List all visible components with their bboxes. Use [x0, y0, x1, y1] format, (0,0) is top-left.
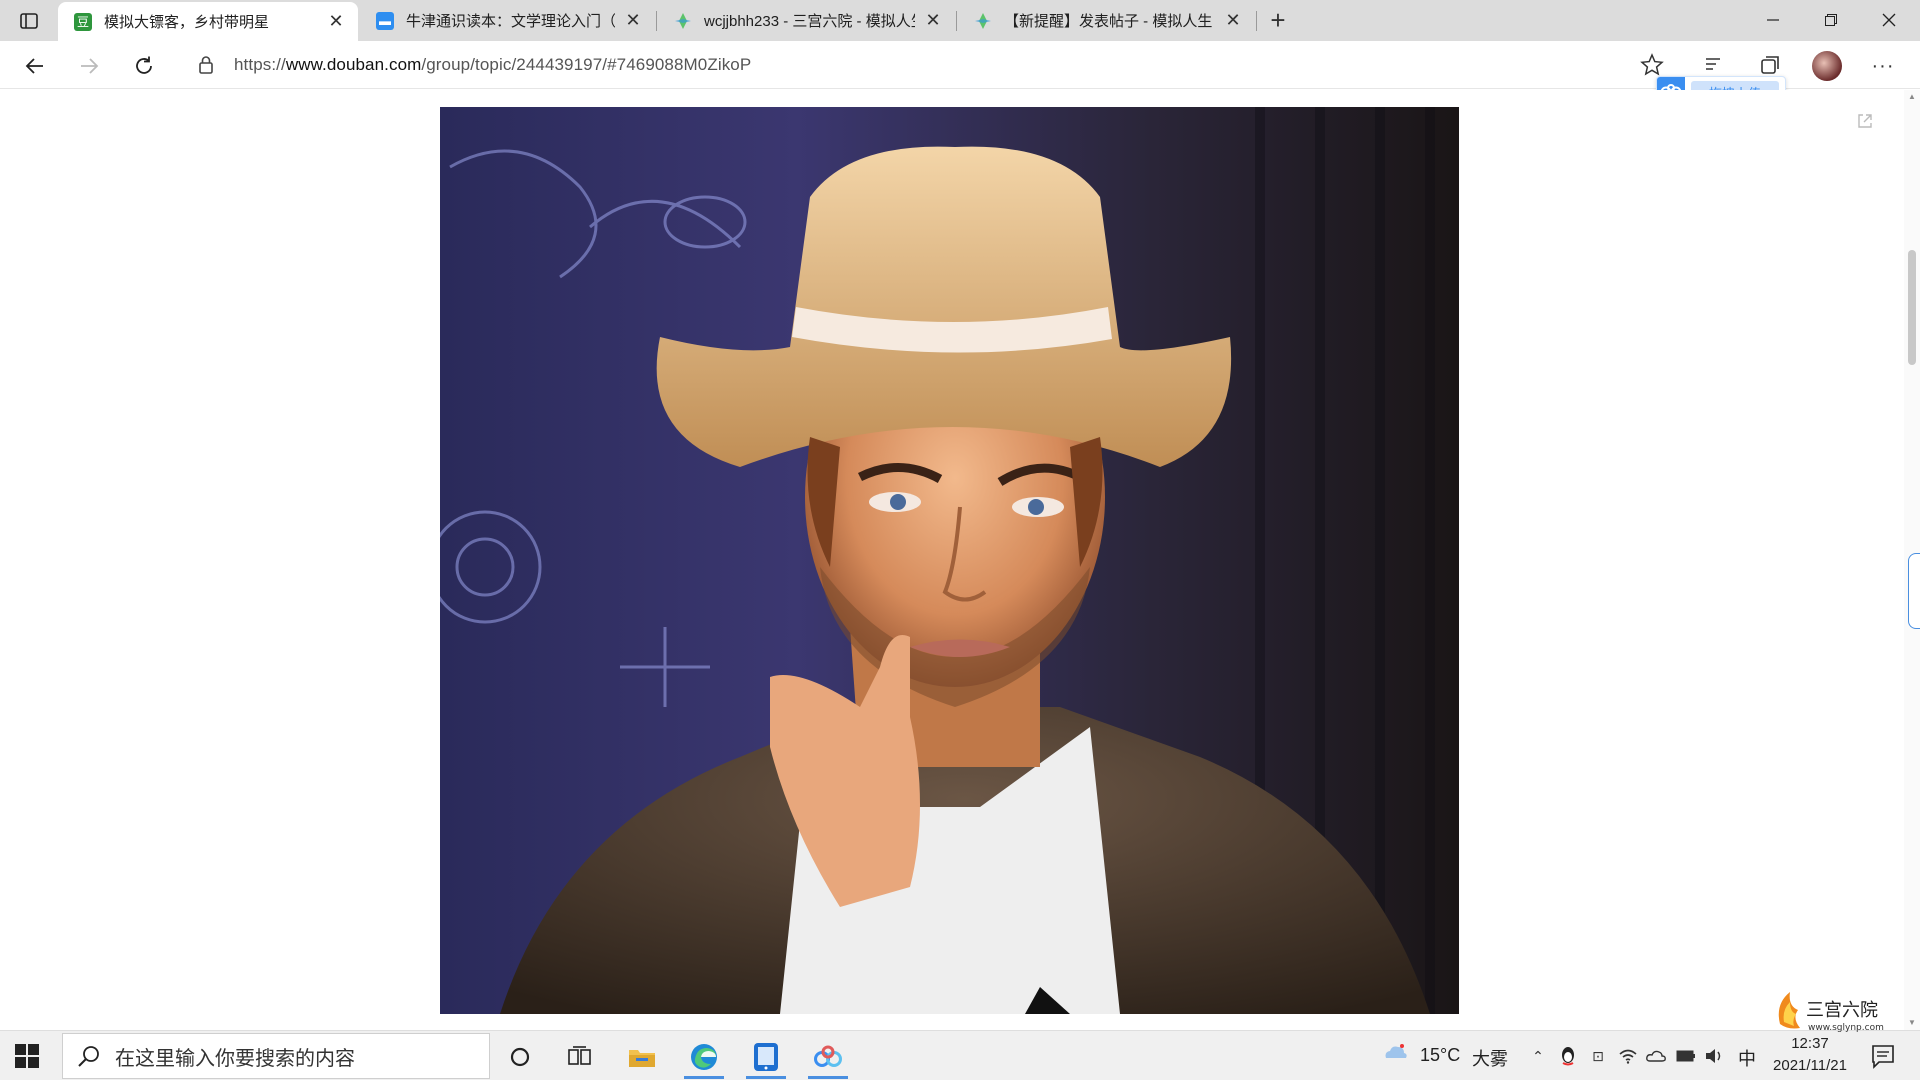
tab-3[interactable]: wcjjbhh233 - 三宫六院 - 模拟人生 ✕: [658, 0, 955, 41]
weather-description[interactable]: 大雾: [1472, 1045, 1508, 1071]
tab-title: wcjjbhh233 - 三宫六院 - 模拟人生: [704, 13, 915, 30]
book-icon: ▬: [376, 11, 394, 30]
browser-toolbar: https://www.douban.com/group/topic/24443…: [0, 41, 1920, 108]
close-window-button[interactable]: [1866, 0, 1912, 40]
arrow-right-icon: [81, 58, 99, 74]
douban-icon: 豆: [74, 12, 92, 31]
scroll-thumb[interactable]: [1908, 250, 1916, 365]
minimize-button[interactable]: [1750, 0, 1796, 40]
ime-indicator[interactable]: 中: [1738, 1045, 1756, 1071]
url-path: /group/topic/244439197/#7469088M0ZikoP: [421, 55, 752, 74]
url-text[interactable]: https://www.douban.com/group/topic/24443…: [234, 55, 751, 75]
arrow-left-icon: [25, 58, 43, 74]
plus-icon: +: [1270, 4, 1286, 35]
back-button[interactable]: [18, 49, 52, 83]
onedrive-cloud-icon[interactable]: [1646, 1046, 1666, 1066]
reader-app-button[interactable]: [740, 1037, 792, 1079]
minimize-icon: [1767, 19, 1779, 21]
tab-close-icon[interactable]: ✕: [326, 11, 346, 32]
wifi-icon[interactable]: [1618, 1046, 1638, 1066]
tab-2[interactable]: ▬ 牛津通识读本：文学理论入门（ ✕: [360, 0, 655, 41]
refresh-button[interactable]: [127, 49, 161, 83]
tab-4[interactable]: 【新提醒】发表帖子 - 模拟人生 ✕: [958, 0, 1255, 41]
close-icon: [1882, 13, 1896, 27]
restore-button[interactable]: [1808, 0, 1854, 40]
new-tab-button[interactable]: +: [1262, 4, 1294, 36]
edge-browser-button[interactable]: [678, 1037, 730, 1079]
post-image[interactable]: [440, 107, 1459, 1014]
weather-temperature[interactable]: 15°C: [1420, 1045, 1460, 1066]
svg-text:www.sglynp.com: www.sglynp.com: [1808, 1023, 1884, 1033]
windows-start-icon[interactable]: [14, 1043, 40, 1069]
file-explorer-button[interactable]: [616, 1037, 668, 1077]
sims-plumbob-icon: [674, 12, 692, 30]
site-watermark-logo: 三宫六院 www.sglynp.com: [1778, 992, 1884, 1033]
notification-center-icon[interactable]: [1870, 1043, 1896, 1069]
battery-icon[interactable]: [1676, 1046, 1696, 1066]
show-hidden-icons-chevron-icon[interactable]: ⌃: [1528, 1046, 1548, 1066]
forward-button[interactable]: [72, 49, 106, 83]
restore-icon: [1825, 14, 1837, 26]
page-content: [0, 90, 1904, 1030]
search-icon: [78, 1046, 99, 1067]
ellipsis-icon: ···: [1871, 54, 1895, 77]
tab-title: 模拟大镖客，乡村带明星: [104, 14, 270, 31]
sims-plumbob-icon: [974, 12, 992, 30]
lock-icon[interactable]: [198, 55, 216, 75]
refresh-icon: [136, 56, 152, 74]
url-prefix: https://: [234, 55, 286, 74]
url-host: www.douban.com: [285, 55, 422, 74]
address-bar[interactable]: https://www.douban.com/group/topic/24443…: [180, 46, 1656, 84]
reading-list-icon[interactable]: [1700, 51, 1728, 79]
tab-separator: [1256, 11, 1257, 31]
weather-fog-icon[interactable]: [1382, 1041, 1408, 1067]
ebook-reader-icon: [754, 1043, 778, 1071]
cortana-circle-icon: [510, 1047, 530, 1067]
clock-date: 2021/11/21: [1773, 1057, 1847, 1074]
collections-icon[interactable]: [1756, 51, 1784, 79]
tab-close-icon[interactable]: ✕: [923, 10, 943, 31]
more-menu-button[interactable]: ···: [1868, 51, 1898, 81]
favorite-star-icon[interactable]: [1640, 53, 1664, 77]
tab-title: 牛津通识读本：文学理论入门（: [406, 13, 615, 30]
edge-icon: [691, 1044, 717, 1070]
search-placeholder: 在这里输入你要搜索的内容: [115, 1047, 355, 1070]
taskbar-search-box[interactable]: 在这里输入你要搜索的内容: [62, 1033, 490, 1079]
side-panel-handle[interactable]: [1908, 553, 1920, 629]
task-view-icon: [568, 1046, 591, 1065]
tab-separator: [956, 11, 957, 31]
cortana-button[interactable]: [494, 1037, 546, 1077]
display-project-icon[interactable]: ⊡: [1588, 1046, 1608, 1066]
volume-icon[interactable]: [1704, 1046, 1724, 1066]
tab-1[interactable]: 豆 模拟大镖客，乡村带明星 ✕: [58, 2, 358, 41]
baidu-netdisk-button[interactable]: [802, 1037, 854, 1079]
tab-strip: 豆 模拟大镖客，乡村带明星 ✕ ▬ 牛津通识读本：文学理论入门（ ✕ wcjjb…: [0, 0, 1920, 41]
svg-text:三宫六院: 三宫六院: [1806, 1000, 1878, 1021]
qq-penguin-icon[interactable]: [1558, 1046, 1578, 1066]
folder-icon: [629, 1050, 655, 1067]
tab-actions-icon: [20, 12, 38, 29]
profile-avatar[interactable]: [1812, 51, 1842, 81]
scroll-down-arrow-icon[interactable]: ▼: [1907, 1018, 1917, 1028]
tab-separator: [656, 11, 657, 31]
tab-close-icon[interactable]: ✕: [1223, 10, 1243, 31]
task-view-button[interactable]: [554, 1037, 606, 1077]
scroll-up-arrow-icon[interactable]: ▲: [1907, 92, 1917, 102]
baidu-netdisk-taskbar-icon: [814, 1045, 842, 1067]
tab-title: 【新提醒】发表帖子 - 模拟人生: [1004, 13, 1213, 30]
tab-actions-button[interactable]: [0, 0, 58, 41]
open-external-icon[interactable]: [1856, 112, 1874, 130]
tab-close-icon[interactable]: ✕: [623, 10, 643, 31]
windows-taskbar: 在这里输入你要搜索的内容 15°C 大雾 ⌃ ⊡ 中 12:37 2021/11…: [0, 1030, 1920, 1080]
